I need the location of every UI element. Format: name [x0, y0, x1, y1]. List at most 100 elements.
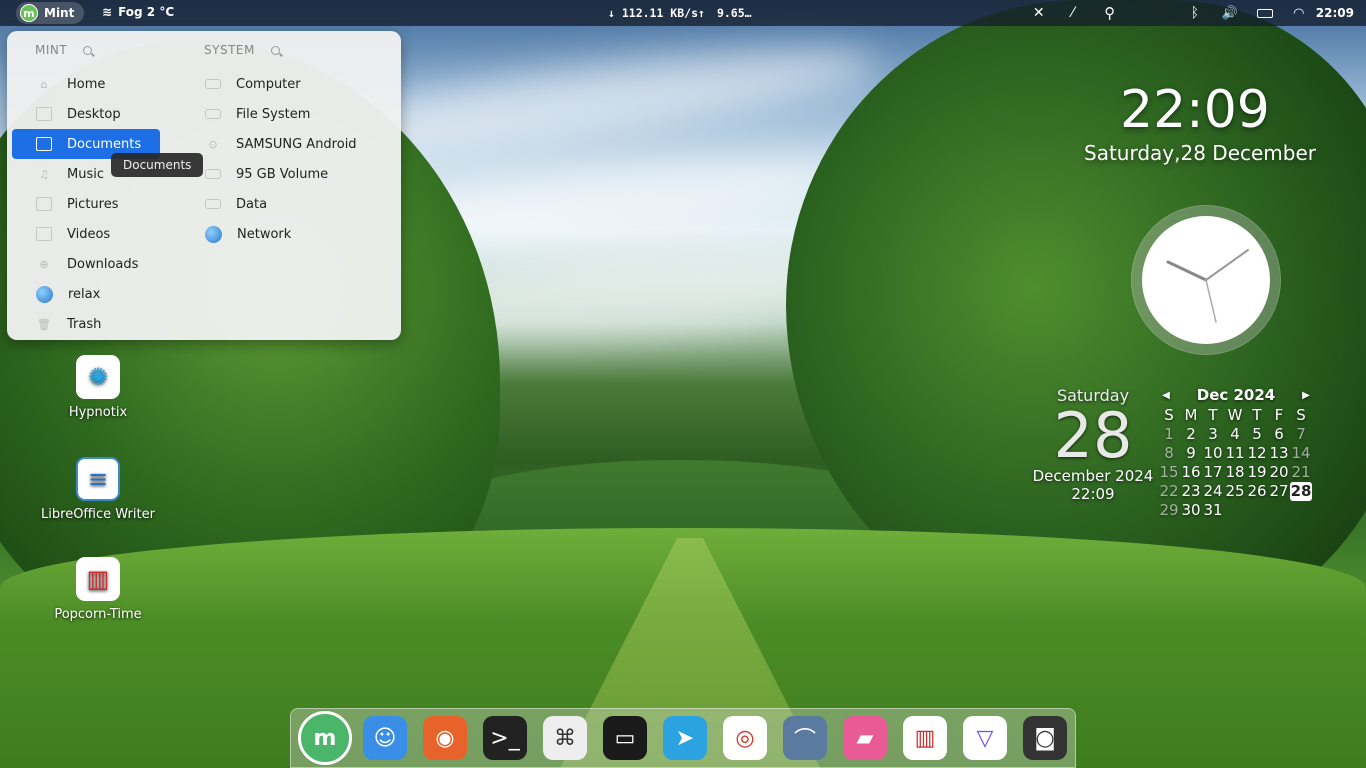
battery-icon[interactable]: [1248, 8, 1282, 18]
place-relax[interactable]: relax: [7, 279, 197, 309]
color-picker-icon[interactable]: ⁄: [1054, 5, 1092, 21]
desktop-icon-label: Popcorn-Time: [54, 607, 142, 622]
calendar-day[interactable]: 20: [1268, 463, 1290, 482]
system-computer[interactable]: Computer: [176, 69, 396, 99]
calendar-day-today[interactable]: 28: [1290, 482, 1312, 501]
dock-item[interactable]: m: [295, 710, 355, 766]
dock-item[interactable]: ▭: [595, 710, 655, 766]
trash-icon: 🗑: [37, 317, 51, 331]
calendar-day[interactable]: 26: [1246, 482, 1268, 501]
system-label: 95 GB Volume: [236, 166, 329, 182]
place-pictures[interactable]: Pictures: [7, 189, 197, 219]
calendar-title: Dec 2024: [1196, 386, 1276, 404]
dock-item[interactable]: ☺: [355, 710, 415, 766]
calendar-day[interactable]: 3: [1202, 425, 1224, 444]
calendar-day[interactable]: 17: [1202, 463, 1224, 482]
heron-photo-icon: ⌒: [783, 716, 827, 760]
dock-item[interactable]: ◙: [1015, 710, 1075, 766]
dock-item[interactable]: >_: [475, 710, 535, 766]
calendar-day[interactable]: 19: [1246, 463, 1268, 482]
date-desklet: Saturday 28 December 2024 22:09: [1030, 386, 1156, 503]
fog-icon: ≋: [102, 5, 113, 19]
weekday-header: T: [1208, 406, 1218, 424]
language-flag-icon[interactable]: [1128, 5, 1178, 21]
calendar-day[interactable]: 25: [1224, 482, 1246, 501]
net-down-text: ↓ 112.11 KB/s↑: [608, 6, 705, 20]
calendar-day[interactable]: 23: [1180, 482, 1202, 501]
calendar-day: [1268, 501, 1290, 520]
place-label: Pictures: [67, 196, 119, 212]
system-95gb-volume[interactable]: 95 GB Volume: [176, 159, 396, 189]
dock-item[interactable]: ◎: [715, 710, 775, 766]
volume-icon[interactable]: 🔊: [1212, 6, 1248, 21]
antenna-icon[interactable]: ⚲: [1092, 4, 1128, 22]
place-videos[interactable]: Videos: [7, 219, 197, 249]
calendar-day[interactable]: 27: [1268, 482, 1290, 501]
calendar-day[interactable]: 13: [1268, 444, 1290, 463]
bluetooth-icon[interactable]: ᛒ: [1178, 5, 1212, 21]
calendar-day[interactable]: 29: [1158, 501, 1180, 520]
weather-applet[interactable]: ≋ Fog 2 °C: [102, 5, 174, 19]
calendar-day[interactable]: 24: [1202, 482, 1224, 501]
dock-item[interactable]: ▽: [955, 710, 1015, 766]
place-home[interactable]: ⌂ Home: [7, 69, 197, 99]
calendar-day[interactable]: 1: [1158, 425, 1180, 444]
calendar-day[interactable]: 2: [1180, 425, 1202, 444]
calendar-day[interactable]: 14: [1290, 444, 1312, 463]
mint-menu-label: Mint: [44, 6, 75, 20]
panel-clock[interactable]: 22:09: [1316, 6, 1354, 20]
system-network[interactable]: Network: [176, 219, 396, 249]
search-icon[interactable]: [270, 45, 280, 55]
calendar-day[interactable]: 31: [1202, 501, 1224, 520]
dock-item[interactable]: ◉: [415, 710, 475, 766]
telegram-icon: ➤: [663, 716, 707, 760]
system-filesystem[interactable]: File System: [176, 99, 396, 129]
prev-month-icon[interactable]: ◀: [1158, 390, 1174, 401]
calendar-day[interactable]: 21: [1290, 463, 1312, 482]
dock-item[interactable]: ▰: [835, 710, 895, 766]
calendar-day[interactable]: 4: [1224, 425, 1246, 444]
mint-menu-button[interactable]: m Mint: [16, 2, 85, 24]
place-label: relax: [68, 286, 101, 302]
calendar-day[interactable]: 15: [1158, 463, 1180, 482]
system-data[interactable]: Data: [176, 189, 396, 219]
calendar-day[interactable]: 12: [1246, 444, 1268, 463]
protonvpn-icon: ▽: [963, 716, 1007, 760]
system-column: SYSTEM Computer File System ⊙ SAMSUNG And…: [176, 31, 396, 249]
mint-places-column: MINT ⌂ Home Desktop Documents ♫ Music Pict…: [7, 31, 197, 339]
calendar-day[interactable]: 7: [1290, 425, 1312, 444]
dock-item[interactable]: ▥: [895, 710, 955, 766]
screenshot-icon: ◙: [1023, 716, 1067, 760]
system-label: SAMSUNG Android: [236, 136, 357, 152]
dock-item[interactable]: ⌒: [775, 710, 835, 766]
desktop-icon-popcorn-time[interactable]: ▥ Popcorn-Time: [33, 557, 163, 622]
calendar-day[interactable]: 18: [1224, 463, 1246, 482]
search-icon[interactable]: [83, 45, 93, 55]
calendar-day[interactable]: 9: [1180, 444, 1202, 463]
place-trash[interactable]: 🗑 Trash: [7, 309, 197, 339]
next-month-icon[interactable]: ▶: [1298, 390, 1314, 401]
dock-item[interactable]: ➤: [655, 710, 715, 766]
close-icon[interactable]: ✕: [1024, 5, 1054, 21]
net-up-text: 9.65…: [716, 6, 752, 20]
desktop-icon-libreoffice-writer[interactable]: ≡ LibreOffice Writer: [33, 457, 163, 522]
dock-item[interactable]: ⌘: [535, 710, 595, 766]
calendar-day[interactable]: 30: [1180, 501, 1202, 520]
system-samsung-android[interactable]: ⊙ SAMSUNG Android: [176, 129, 396, 159]
place-downloads[interactable]: ⊕ Downloads: [7, 249, 197, 279]
system-header-label: SYSTEM: [204, 43, 255, 57]
wifi-icon[interactable]: ◠: [1282, 6, 1316, 21]
drive-icon: [205, 199, 221, 209]
calendar-day[interactable]: 11: [1224, 444, 1246, 463]
desktop-icon-label: LibreOffice Writer: [41, 507, 155, 522]
calendar-day[interactable]: 5: [1246, 425, 1268, 444]
system-header: SYSTEM: [176, 31, 396, 69]
desktop-icon-hypnotix[interactable]: ✺ Hypnotix: [33, 355, 163, 420]
calendar-day[interactable]: 6: [1268, 425, 1290, 444]
calendar-day[interactable]: 22: [1158, 482, 1180, 501]
place-desktop[interactable]: Desktop: [7, 99, 197, 129]
calendar-day[interactable]: 10: [1202, 444, 1224, 463]
calendar-day[interactable]: 8: [1158, 444, 1180, 463]
network-speed-applet[interactable]: ↓ 112.11 KB/s↑ 9.65…: [608, 6, 752, 20]
calendar-day[interactable]: 16: [1180, 463, 1202, 482]
